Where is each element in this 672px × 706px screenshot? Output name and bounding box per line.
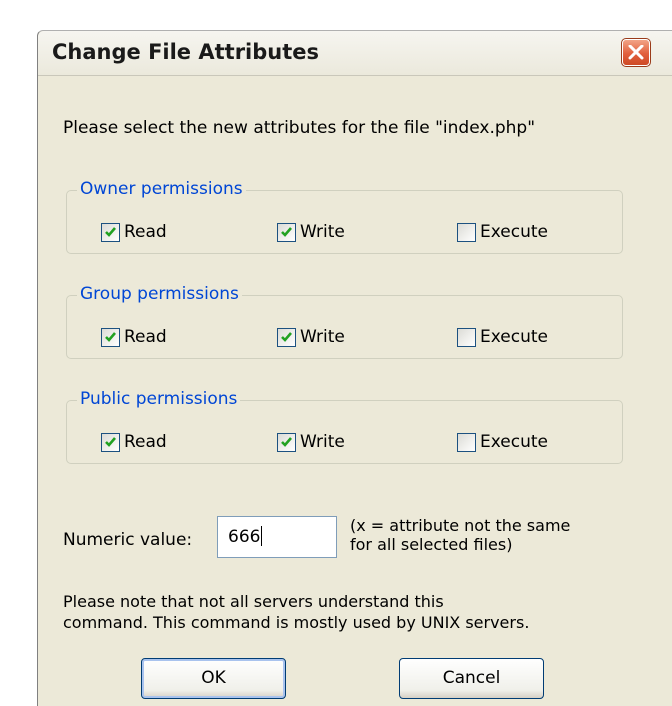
- checkbox-box[interactable]: [101, 432, 120, 452]
- checkmark-icon: [105, 226, 116, 237]
- checkbox-label: Write: [300, 432, 345, 452]
- checkmark-icon: [281, 226, 292, 237]
- checkbox-label: Execute: [480, 432, 548, 452]
- note-line: Please note that not all servers underst…: [63, 592, 444, 611]
- public-execute-checkbox[interactable]: Execute: [457, 431, 548, 453]
- group-permissions-group: Group permissions Read Write Execute: [66, 284, 623, 359]
- checkmark-icon: [105, 331, 116, 342]
- public-read-checkbox[interactable]: Read: [101, 431, 167, 453]
- checkmark-icon: [281, 331, 292, 342]
- checkbox-label: Execute: [480, 327, 548, 347]
- checkbox-box[interactable]: [457, 327, 476, 347]
- group-legend: Public permissions: [77, 389, 241, 409]
- server-note: Please note that not all servers underst…: [63, 591, 529, 633]
- note-line: command. This command is mostly used by …: [63, 613, 530, 632]
- numeric-hint-line: for all selected files): [350, 535, 513, 554]
- checkbox-box[interactable]: [277, 327, 296, 347]
- numeric-value-input[interactable]: 666: [217, 516, 337, 558]
- checkbox-label: Read: [124, 222, 167, 242]
- title-bar[interactable]: Change File Attributes: [38, 31, 672, 76]
- numeric-hint-line: (x = attribute not the same: [350, 516, 571, 535]
- group-execute-checkbox[interactable]: Execute: [457, 326, 548, 348]
- group-read-checkbox[interactable]: Read: [101, 326, 167, 348]
- checkbox-label: Write: [300, 327, 345, 347]
- checkbox-box[interactable]: [277, 432, 296, 452]
- checkbox-label: Read: [124, 327, 167, 347]
- owner-execute-checkbox[interactable]: Execute: [457, 221, 548, 243]
- dialog-title: Change File Attributes: [52, 40, 320, 64]
- owner-read-checkbox[interactable]: Read: [101, 221, 167, 243]
- numeric-hint: (x = attribute not the same for all sele…: [350, 516, 570, 554]
- numeric-value-label: Numeric value:: [63, 530, 193, 550]
- dialog-window: Change File Attributes Please select the…: [37, 30, 672, 706]
- owner-write-checkbox[interactable]: Write: [277, 221, 345, 243]
- checkbox-box[interactable]: [101, 222, 120, 242]
- cancel-button[interactable]: Cancel: [399, 658, 544, 699]
- close-button[interactable]: [621, 38, 651, 67]
- numeric-value-text: 666: [228, 527, 261, 547]
- owner-permissions-group: Owner permissions Read Write Execute: [66, 179, 623, 254]
- text-caret: [261, 526, 263, 546]
- group-legend: Owner permissions: [77, 179, 246, 199]
- close-icon: [628, 45, 644, 60]
- public-write-checkbox[interactable]: Write: [277, 431, 345, 453]
- checkbox-box[interactable]: [457, 222, 476, 242]
- checkbox-label: Read: [124, 432, 167, 452]
- ok-button[interactable]: OK: [141, 658, 286, 699]
- group-write-checkbox[interactable]: Write: [277, 326, 345, 348]
- public-permissions-group: Public permissions Read Write Execute: [66, 389, 623, 464]
- checkbox-box[interactable]: [101, 327, 120, 347]
- checkbox-label: Execute: [480, 222, 548, 242]
- checkbox-label: Write: [300, 222, 345, 242]
- checkmark-icon: [281, 436, 292, 447]
- prompt-text: Please select the new attributes for the…: [63, 118, 536, 138]
- group-legend: Group permissions: [77, 284, 242, 304]
- checkbox-box[interactable]: [277, 222, 296, 242]
- checkmark-icon: [105, 436, 116, 447]
- checkbox-box[interactable]: [457, 432, 476, 452]
